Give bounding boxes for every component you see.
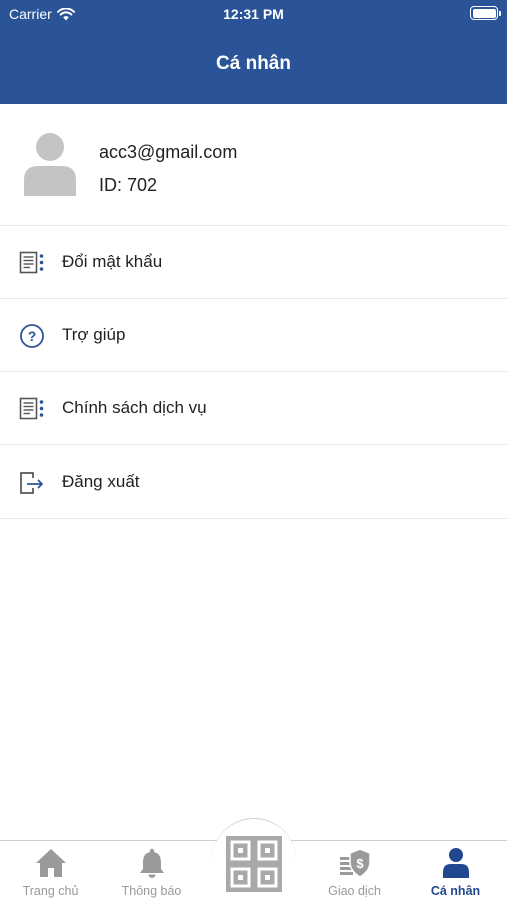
tab-profile[interactable]: Cá nhân xyxy=(405,841,506,900)
svg-text:?: ? xyxy=(28,328,37,344)
status-bar: Carrier 12:31 PM xyxy=(0,0,507,30)
profile-id: ID: 702 xyxy=(99,175,158,195)
avatar-placeholder-icon xyxy=(24,133,76,196)
app-header: Carrier 12:31 PM Cá nhân xyxy=(0,0,507,104)
profile-email: acc3@gmail.com xyxy=(99,142,238,162)
money-shield-icon: $ xyxy=(340,848,371,878)
menu-item-label: Đổi mật khẩu xyxy=(62,252,163,271)
document-list-icon xyxy=(19,251,44,274)
person-icon xyxy=(443,848,469,878)
logout-icon xyxy=(20,472,44,494)
tab-notifications[interactable]: Thông báo xyxy=(101,841,202,900)
menu-item-label: Đăng xuất xyxy=(62,472,140,491)
tab-label: Thông báo xyxy=(121,884,182,898)
tab-transactions[interactable]: $ Giao dịch xyxy=(304,841,405,900)
menu-item-logout[interactable]: Đăng xuất xyxy=(0,446,507,519)
menu-item-help[interactable]: ? Trợ giúp xyxy=(0,299,507,372)
svg-text:$: $ xyxy=(356,856,364,871)
tab-label: Trang chủ xyxy=(22,884,79,898)
document-list-icon xyxy=(19,397,44,420)
tab-label: Cá nhân xyxy=(430,884,481,898)
menu-item-change-password[interactable]: Đổi mật khẩu xyxy=(0,226,507,299)
bell-icon xyxy=(140,848,164,878)
battery-icon xyxy=(470,6,501,20)
status-time: 12:31 PM xyxy=(223,6,284,22)
home-icon xyxy=(36,849,66,877)
menu-item-service-policy[interactable]: Chính sách dịch vụ xyxy=(0,372,507,445)
tab-label: Giao dịch xyxy=(328,884,381,898)
page-title: Cá nhân xyxy=(216,53,291,74)
menu-item-label: Trợ giúp xyxy=(62,325,126,344)
profile-card: acc3@gmail.com ID: 702 xyxy=(0,104,507,226)
help-icon: ? xyxy=(20,324,44,348)
menu-item-label: Chính sách dịch vụ xyxy=(62,398,207,417)
tab-home[interactable]: Trang chủ xyxy=(0,841,101,900)
qr-code-icon[interactable] xyxy=(226,836,282,892)
